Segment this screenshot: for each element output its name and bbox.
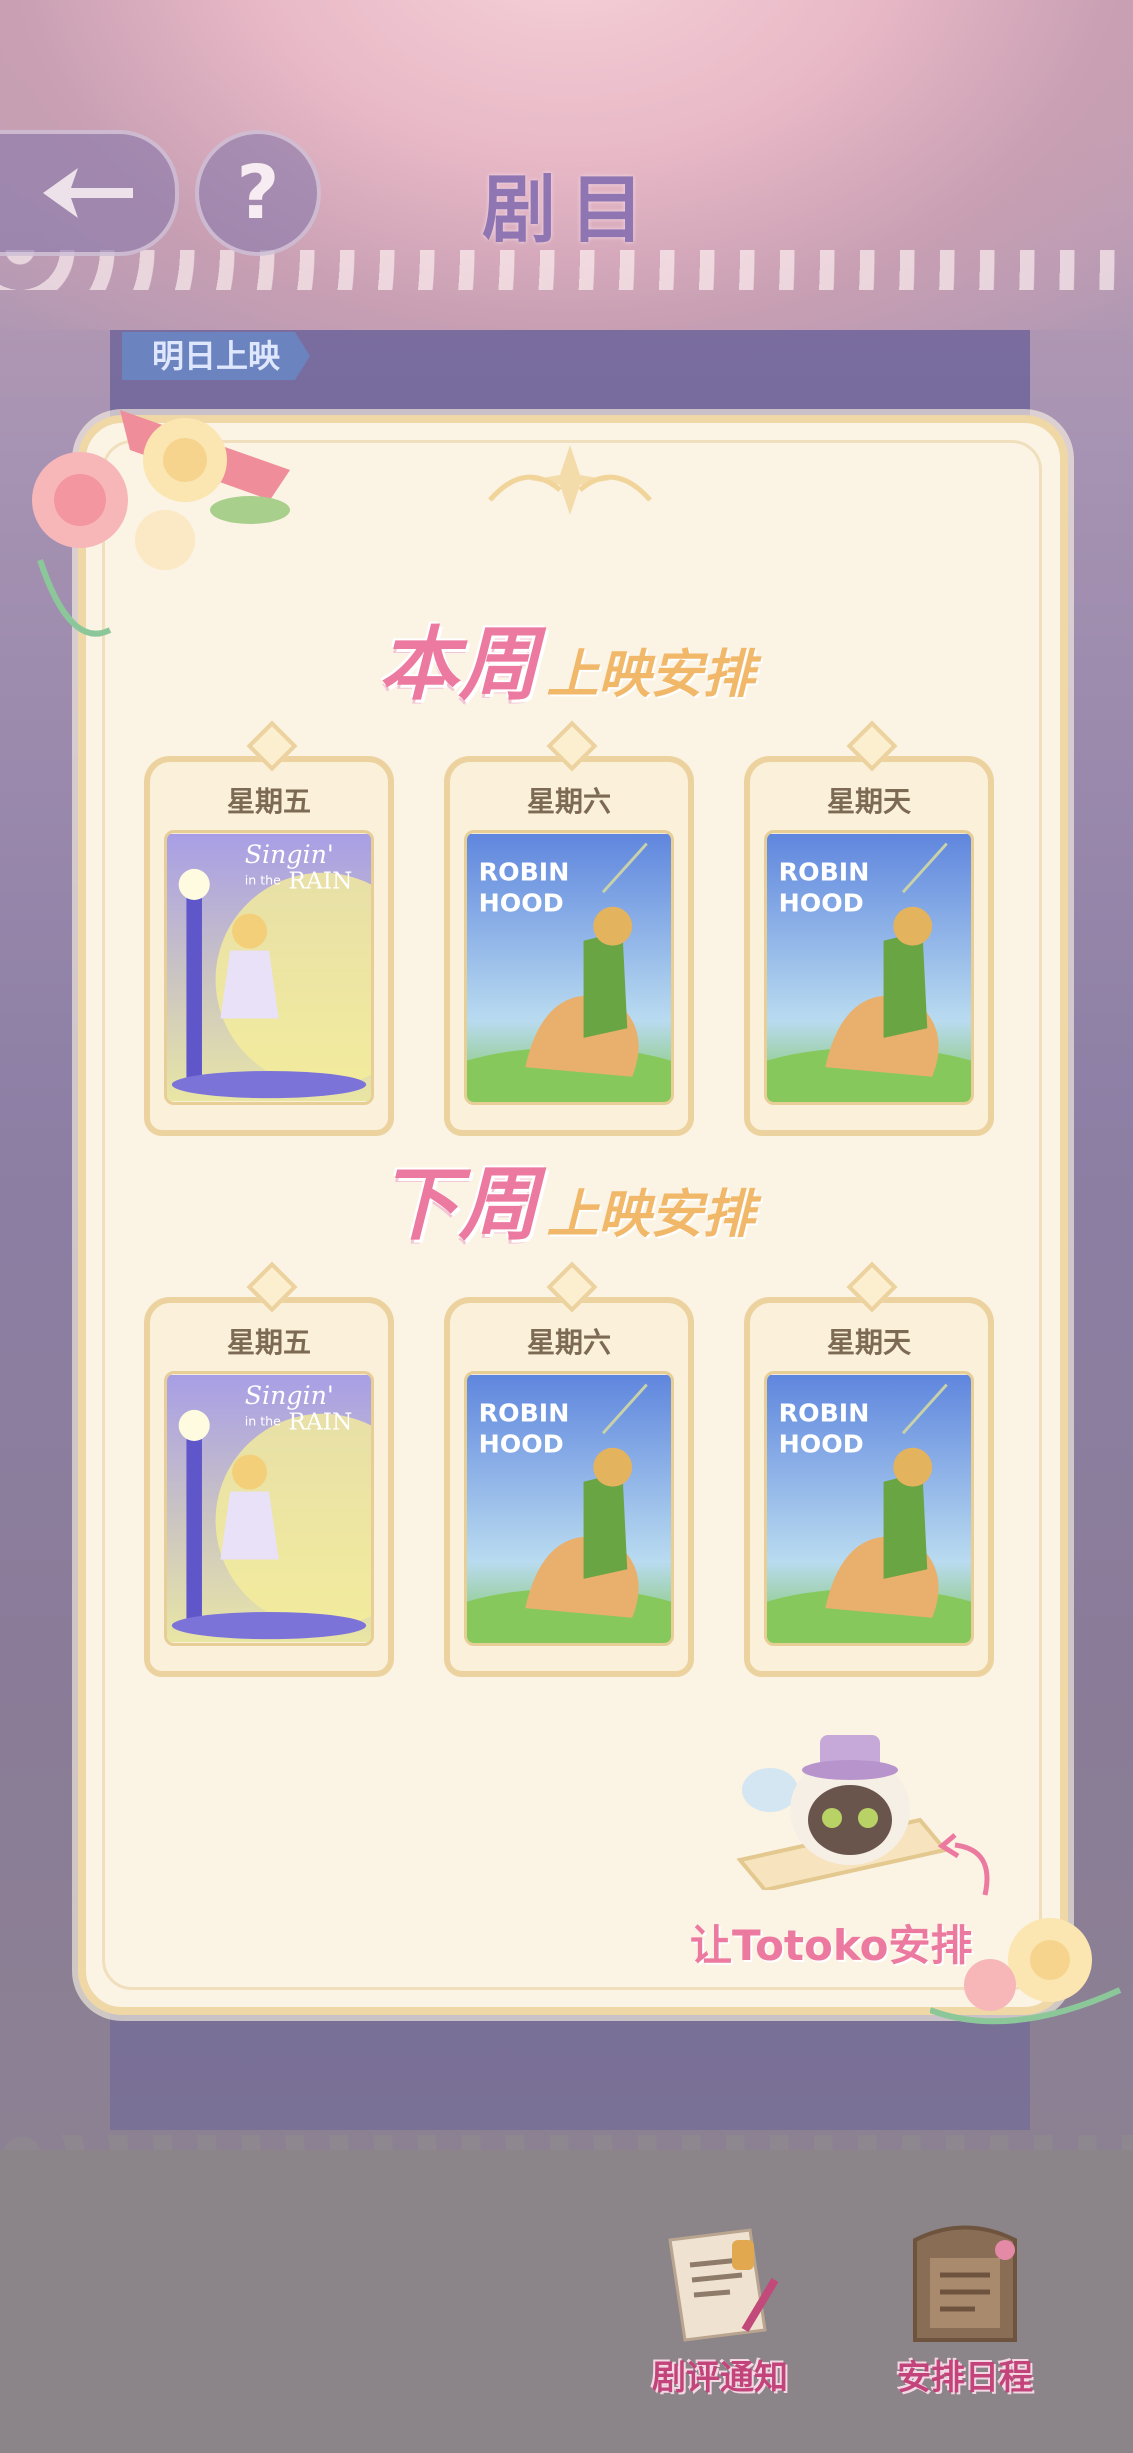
svg-text:Singin': Singin' [245, 1381, 334, 1410]
poster-singin-in-the-rain[interactable]: Singin' in the RAIN [164, 830, 374, 1105]
back-button[interactable] [0, 130, 179, 256]
slot-day-label: 星期六 [526, 1326, 611, 1359]
svg-text:in the: in the [245, 872, 281, 887]
review-scroll-icon [668, 2228, 779, 2342]
robin-hood-poster-art: ROBIN HOOD [767, 833, 971, 1102]
robin-hood-poster-art: ROBIN HOOD [467, 833, 671, 1102]
singin-poster-art: Singin' in the RAIN [167, 833, 371, 1102]
help-button[interactable]: ? [195, 130, 321, 256]
svg-text:RAIN: RAIN [288, 1408, 352, 1435]
curved-arrow-icon [937, 1833, 990, 1896]
poster-robin-hood[interactable]: ROBIN HOOD [764, 830, 974, 1105]
slot-day-label: 星期五 [226, 785, 311, 818]
review-notice-label: 剧评通知 [652, 2358, 788, 2398]
next-week-title: 下周 [378, 1158, 539, 1251]
svg-text:HOOD: HOOD [779, 1430, 864, 1459]
arrange-schedule-label: 安排日程 [897, 2358, 1033, 2398]
slot-day-label: 星期六 [526, 785, 611, 818]
tomorrow-showing-tag: 明日上映 [122, 332, 311, 380]
poster-robin-hood[interactable]: ROBIN HOOD [464, 830, 674, 1105]
svg-text:ROBIN: ROBIN [779, 858, 870, 887]
next-week-subtitle: 上映安排 [546, 1185, 755, 1245]
question-mark-icon: ? [236, 150, 280, 236]
svg-text:RAIN: RAIN [288, 867, 352, 894]
totoko-cat-icon[interactable] [720, 1700, 960, 1890]
svg-text:Singin': Singin' [245, 840, 334, 869]
slot-day-label: 星期天 [826, 785, 911, 818]
robin-hood-poster-art: ROBIN HOOD [467, 1374, 671, 1643]
svg-text:HOOD: HOOD [779, 889, 864, 918]
svg-text:HOOD: HOOD [479, 1430, 564, 1459]
singin-poster-art: Singin' in the RAIN [167, 1374, 371, 1643]
svg-text:HOOD: HOOD [479, 889, 564, 918]
poster-singin-in-the-rain[interactable]: Singin' in the RAIN [164, 1371, 374, 1646]
rose-decoration [930, 1918, 1122, 2025]
page-title: 剧目 [482, 167, 658, 253]
svg-text:ROBIN: ROBIN [479, 858, 570, 887]
schedule-board-icon [913, 2225, 1017, 2342]
svg-text:in the: in the [245, 1413, 281, 1428]
slot-day-label: 星期天 [826, 1326, 911, 1359]
this-week-heading: 本周 上映安排 [0, 600, 1133, 716]
poster-robin-hood[interactable]: ROBIN HOOD [764, 1371, 974, 1646]
arrange-schedule-button[interactable]: 安排日程 [885, 2220, 1045, 2399]
poster-robin-hood[interactable]: ROBIN HOOD [464, 1371, 674, 1646]
crest-ornament-icon [488, 445, 652, 515]
review-notice-button[interactable]: 剧评通知 [640, 2220, 800, 2399]
robin-hood-poster-art: ROBIN HOOD [767, 1374, 971, 1643]
next-week-heading: 下周 上映安排 [0, 1140, 1133, 1256]
this-week-title: 本周 [378, 618, 539, 711]
back-arrow-icon [42, 168, 133, 218]
svg-text:ROBIN: ROBIN [479, 1399, 570, 1428]
this-week-subtitle: 上映安排 [546, 645, 755, 705]
slot-day-label: 星期五 [226, 1326, 311, 1359]
svg-text:ROBIN: ROBIN [779, 1399, 870, 1428]
